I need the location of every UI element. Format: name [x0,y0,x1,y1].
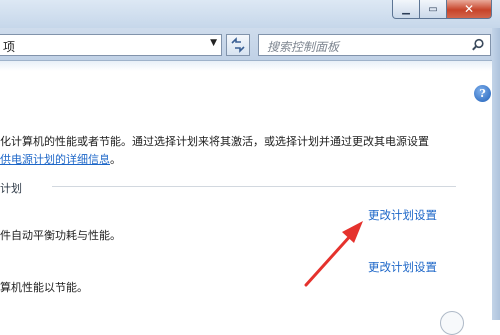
annotation-arrow [304,221,363,287]
